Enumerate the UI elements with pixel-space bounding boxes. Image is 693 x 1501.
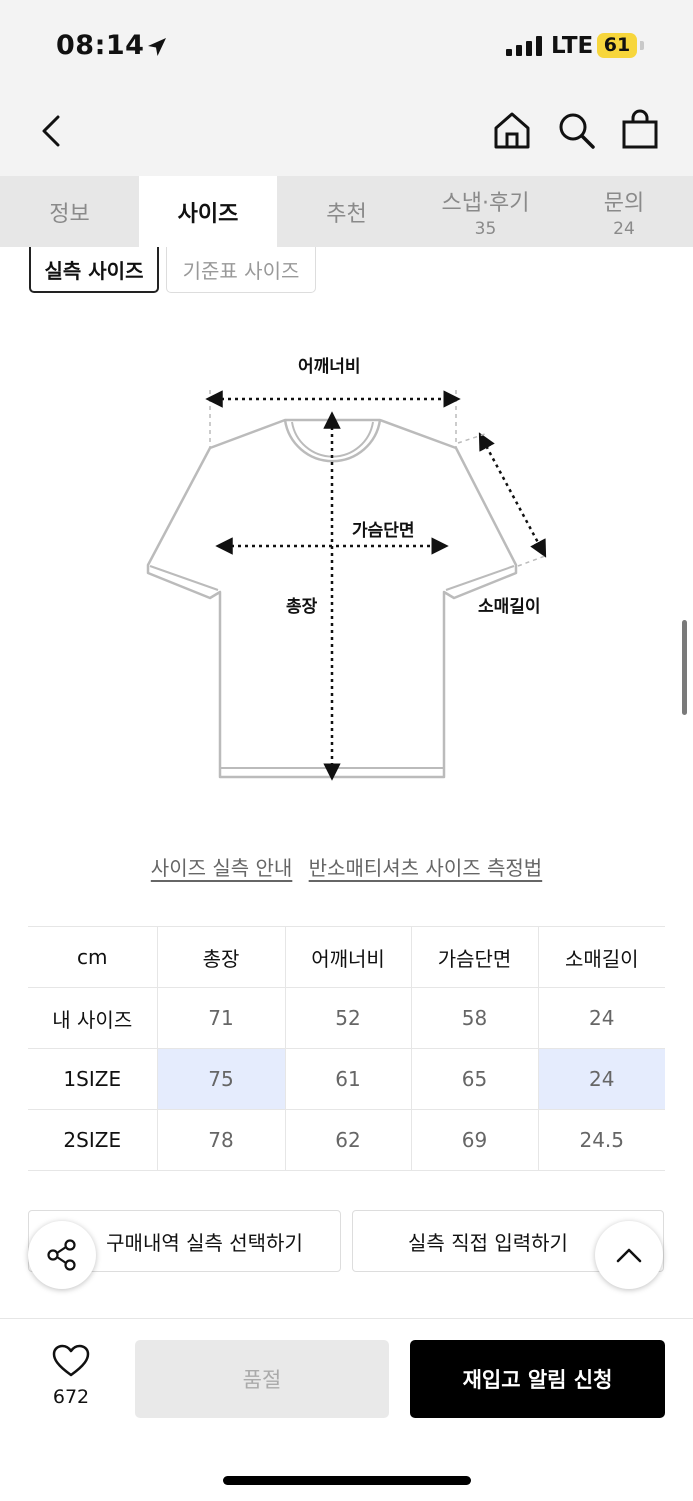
like-count: 672 bbox=[52, 1386, 90, 1408]
share-icon bbox=[47, 1239, 76, 1271]
table-cell: 24 bbox=[538, 987, 665, 1049]
restock-alert-button[interactable]: 재입고 알림 신청 bbox=[410, 1340, 665, 1418]
tab-label: 스냅·후기 bbox=[441, 190, 530, 216]
table-cell: 62 bbox=[285, 1109, 412, 1171]
tab-label: 추천 bbox=[326, 201, 367, 227]
search-icon[interactable] bbox=[556, 110, 596, 150]
nav-bar bbox=[0, 92, 693, 176]
chevron-up-icon bbox=[616, 1248, 642, 1263]
scroll-top-button[interactable] bbox=[595, 1221, 663, 1289]
row-header: 1SIZE bbox=[28, 1048, 158, 1110]
size-guide-links: 사이즈 실측 안내 반소매티셔츠 사이즈 측정법 bbox=[0, 852, 693, 881]
table-cell: 78 bbox=[157, 1109, 286, 1171]
tshirt-outline bbox=[146, 390, 547, 781]
status-bar: 08:14 LTE 61 bbox=[0, 0, 693, 92]
share-button[interactable] bbox=[28, 1221, 96, 1289]
actual-size-toggle[interactable]: 실측 사이즈 bbox=[29, 247, 159, 293]
table-cell: 24.5 bbox=[538, 1109, 665, 1171]
home-icon[interactable] bbox=[492, 110, 532, 150]
soldout-button: 품절 bbox=[135, 1340, 389, 1418]
scrollbar[interactable] bbox=[682, 620, 687, 715]
unit-header: cm bbox=[28, 926, 158, 988]
tab-label: 문의 bbox=[603, 190, 645, 216]
tab-label: 정보 bbox=[49, 201, 90, 227]
table-cell: 52 bbox=[285, 987, 412, 1049]
column-header: 어깨너비 bbox=[285, 926, 412, 988]
tab-size[interactable]: 사이즈 bbox=[139, 176, 277, 247]
shopping-bag-icon[interactable] bbox=[620, 108, 660, 150]
tab-count: 35 bbox=[474, 218, 497, 239]
table-cell-highlighted: 75 bbox=[157, 1048, 286, 1110]
tab-recommend[interactable]: 추천 bbox=[277, 176, 416, 247]
row-header: 내 사이즈 bbox=[28, 987, 158, 1049]
table-cell: 65 bbox=[411, 1048, 539, 1110]
location-arrow-icon bbox=[148, 38, 166, 56]
button-label: 실측 직접 입력하기 bbox=[408, 1230, 568, 1255]
tab-inquiry[interactable]: 문의 24 bbox=[555, 176, 693, 247]
column-header: 총장 bbox=[157, 926, 286, 988]
tab-info[interactable]: 정보 bbox=[0, 176, 139, 247]
size-guide-link[interactable]: 사이즈 실측 안내 bbox=[151, 856, 293, 880]
measure-method-link[interactable]: 반소매티셔츠 사이즈 측정법 bbox=[309, 856, 543, 880]
size-table: cm 총장 어깨너비 가슴단면 소매길이 내 사이즈 71 52 58 24 1… bbox=[28, 926, 665, 1171]
table-row: 내 사이즈 71 52 58 24 bbox=[28, 987, 665, 1049]
button-label: 구매내역 실측 선택하기 bbox=[106, 1230, 303, 1255]
tshirt-size-diagram: 어깨너비 가슴단면 총장 소매길이 bbox=[140, 340, 560, 794]
length-label: 총장 bbox=[286, 597, 318, 617]
table-cell: 71 bbox=[157, 987, 286, 1049]
status-time: 08:14 bbox=[56, 30, 145, 61]
network-type: LTE bbox=[551, 33, 594, 59]
shoulder-label: 어깨너비 bbox=[298, 357, 361, 377]
table-cell: 69 bbox=[411, 1109, 539, 1171]
home-indicator bbox=[223, 1476, 471, 1485]
back-chevron-icon[interactable] bbox=[38, 114, 64, 148]
tab-bar: 정보 사이즈 추천 스냅·후기 35 문의 24 bbox=[0, 176, 693, 247]
tab-count: 24 bbox=[613, 218, 635, 239]
tab-label: 사이즈 bbox=[177, 201, 239, 227]
column-header: 소매길이 bbox=[538, 926, 665, 988]
battery-level: 61 bbox=[597, 33, 637, 58]
chest-label: 가슴단면 bbox=[352, 521, 415, 541]
sleeve-label: 소매길이 bbox=[478, 597, 541, 617]
battery-tip bbox=[640, 41, 644, 50]
table-row: 2SIZE 78 62 69 24.5 bbox=[28, 1109, 665, 1171]
row-header: 2SIZE bbox=[28, 1109, 158, 1171]
table-header-row: cm 총장 어깨너비 가슴단면 소매길이 bbox=[28, 926, 665, 988]
table-cell-highlighted: 24 bbox=[538, 1048, 665, 1110]
cellular-signal-icon bbox=[506, 36, 542, 56]
standard-size-toggle[interactable]: 기준표 사이즈 bbox=[166, 247, 316, 293]
column-header: 가슴단면 bbox=[411, 926, 539, 988]
heart-icon[interactable] bbox=[52, 1344, 90, 1378]
tab-snap-review[interactable]: 스냅·후기 35 bbox=[416, 176, 555, 247]
table-cell: 61 bbox=[285, 1048, 412, 1110]
table-cell: 58 bbox=[411, 987, 539, 1049]
table-row: 1SIZE 75 61 65 24 bbox=[28, 1048, 665, 1110]
